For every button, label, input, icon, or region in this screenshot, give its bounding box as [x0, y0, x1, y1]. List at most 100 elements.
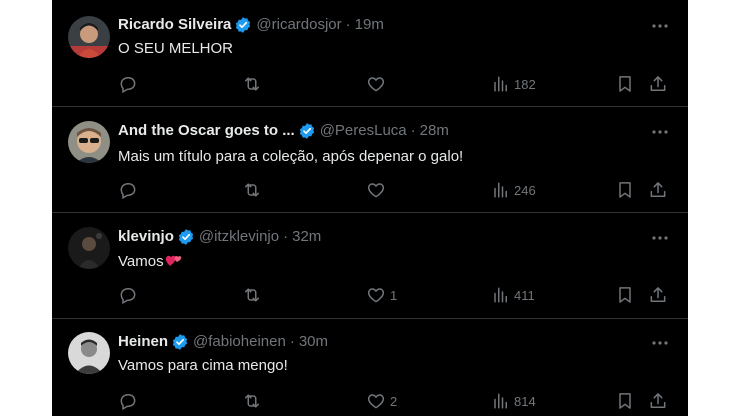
- display-name[interactable]: klevinjo: [118, 226, 174, 248]
- share-icon: [650, 287, 666, 302]
- like-button[interactable]: 1: [366, 284, 397, 306]
- like-count: 1: [390, 287, 398, 303]
- tweet[interactable]: klevinjo @itzklevinjo · 32m Vamos 1 411: [52, 213, 688, 319]
- avatar[interactable]: [68, 16, 110, 58]
- share-icon: [650, 393, 666, 408]
- view-count: 182: [514, 76, 536, 92]
- retweet-icon: [245, 77, 259, 91]
- view-count: 246: [514, 182, 536, 198]
- bookmark-icon: [619, 76, 631, 92]
- heart-icon: [367, 288, 385, 303]
- user-handle[interactable]: @PeresLuca: [320, 120, 407, 142]
- share-button[interactable]: [648, 390, 668, 412]
- display-name[interactable]: Heinen: [118, 331, 168, 353]
- reply-button[interactable]: [118, 390, 142, 412]
- tweet-text: Mais um título para a coleção, após depe…: [118, 148, 464, 165]
- separator-dot: ·: [410, 122, 416, 139]
- bookmark-button[interactable]: [615, 390, 635, 412]
- reply-icon: [120, 394, 136, 411]
- tweet-text: Vamos para cima mengo!: [118, 357, 288, 374]
- views-button[interactable]: 246: [492, 179, 536, 201]
- reply-icon: [120, 288, 136, 305]
- timestamp[interactable]: 28m: [420, 120, 449, 142]
- two-hearts-emoji-icon: [165, 252, 183, 268]
- display-name[interactable]: And the Oscar goes to ...: [118, 120, 295, 142]
- avatar[interactable]: [68, 332, 110, 374]
- tweet-text: O SEU MELHOR: [118, 40, 234, 57]
- user-handle[interactable]: @ricardosjor: [256, 14, 341, 36]
- tweet-actions: 1 411: [118, 284, 674, 306]
- reply-button[interactable]: [118, 73, 142, 95]
- retweet-button[interactable]: [242, 179, 266, 201]
- more-options-icon[interactable]: [650, 122, 670, 142]
- tweet-text: Vamos: [118, 252, 648, 272]
- timestamp[interactable]: 32m: [292, 226, 321, 248]
- share-icon: [650, 76, 666, 91]
- share-icon: [650, 182, 666, 197]
- timestamp[interactable]: 19m: [355, 14, 384, 36]
- user-handle[interactable]: @itzklevinjo: [199, 226, 279, 248]
- retweet-icon: [245, 394, 259, 408]
- view-count: 814: [514, 393, 536, 409]
- display-name[interactable]: Ricardo Silveira: [118, 14, 231, 36]
- reply-button[interactable]: [118, 179, 142, 201]
- bookmark-icon: [619, 182, 631, 198]
- tweet-header: klevinjo @itzklevinjo · 32m: [118, 226, 648, 248]
- bookmark-button[interactable]: [615, 179, 635, 201]
- avatar[interactable]: [68, 121, 110, 163]
- tweet-actions: 2 814: [118, 390, 674, 412]
- verified-badge-icon: [171, 333, 189, 351]
- timestamp[interactable]: 30m: [299, 331, 328, 353]
- tweet[interactable]: And the Oscar goes to ... @PeresLuca · 2…: [52, 107, 688, 213]
- separator-dot: ·: [289, 333, 295, 350]
- share-button[interactable]: [648, 284, 668, 306]
- heart-icon: [367, 394, 385, 409]
- views-button[interactable]: 411: [492, 284, 535, 306]
- heart-icon: [367, 77, 385, 92]
- views-chart-icon: [494, 76, 507, 92]
- bookmark-button[interactable]: [615, 73, 635, 95]
- retweet-icon: [245, 288, 259, 302]
- share-button[interactable]: [648, 179, 668, 201]
- view-count: 411: [514, 287, 535, 303]
- bookmark-icon: [619, 393, 631, 409]
- views-chart-icon: [494, 182, 507, 198]
- tweet-actions: 246: [118, 179, 674, 201]
- more-options-icon[interactable]: [650, 333, 670, 353]
- reply-icon: [120, 183, 136, 200]
- views-chart-icon: [494, 393, 507, 409]
- more-options-icon[interactable]: [650, 228, 670, 248]
- separator-dot: ·: [283, 228, 289, 245]
- tweet-header: And the Oscar goes to ... @PeresLuca · 2…: [118, 120, 648, 142]
- tweet-actions: 182: [118, 73, 674, 95]
- tweet-header: Heinen @fabioheinen · 30m: [118, 331, 648, 353]
- like-button[interactable]: 2: [366, 390, 397, 412]
- timeline-feed: Ricardo Silveira @ricardosjor · 19m O SE…: [52, 0, 688, 416]
- like-button[interactable]: [366, 73, 390, 95]
- user-handle[interactable]: @fabioheinen: [193, 331, 286, 353]
- heart-icon: [367, 183, 385, 198]
- bookmark-icon: [619, 287, 631, 303]
- retweet-button[interactable]: [242, 284, 266, 306]
- views-button[interactable]: 182: [492, 73, 536, 95]
- tweet-header: Ricardo Silveira @ricardosjor · 19m: [118, 14, 648, 36]
- views-chart-icon: [494, 287, 507, 303]
- bookmark-button[interactable]: [615, 284, 635, 306]
- like-button[interactable]: [366, 179, 390, 201]
- retweet-button[interactable]: [242, 390, 266, 412]
- retweet-button[interactable]: [242, 73, 266, 95]
- like-count: 2: [390, 393, 398, 409]
- separator-dot: ·: [345, 16, 351, 33]
- tweet[interactable]: Heinen @fabioheinen · 30m Vamos para cim…: [52, 319, 688, 416]
- avatar[interactable]: [68, 227, 110, 269]
- views-button[interactable]: 814: [492, 390, 536, 412]
- reply-button[interactable]: [118, 284, 142, 306]
- more-options-icon[interactable]: [650, 16, 670, 36]
- tweet[interactable]: Ricardo Silveira @ricardosjor · 19m O SE…: [52, 0, 688, 107]
- reply-icon: [120, 77, 136, 94]
- verified-badge-icon: [298, 122, 316, 140]
- tweet-text-content: Vamos: [118, 253, 164, 270]
- verified-badge-icon: [177, 228, 195, 246]
- retweet-icon: [245, 183, 259, 197]
- share-button[interactable]: [648, 73, 668, 95]
